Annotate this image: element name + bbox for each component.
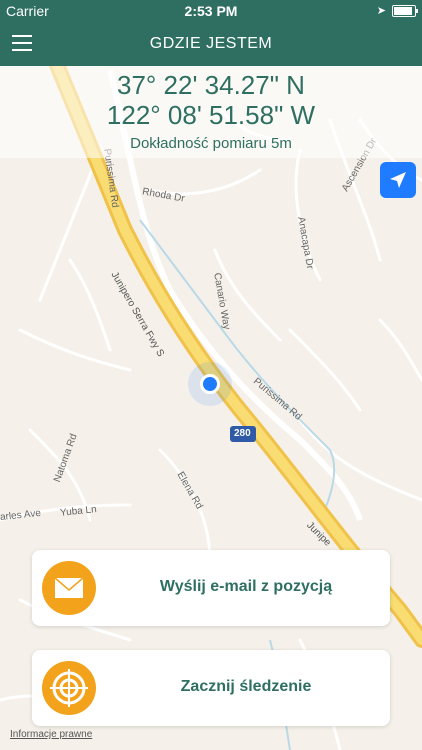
send-email-button[interactable]: Wyślij e-mail z pozycją [32,550,390,626]
location-arrow-icon: ➤ [376,5,386,17]
longitude-value: 122° 08' 51.58" W [106,100,316,130]
legal-info-link[interactable]: Informacje prawne [10,729,92,740]
user-location-dot [200,374,220,394]
route-280-shield: 280 [234,428,251,439]
battery-icon [392,4,418,17]
locate-me-button[interactable] [380,162,416,198]
status-time: 2:53 PM [184,3,238,19]
latitude-value: 37° 22' 34.27" N [117,70,305,100]
status-right-icons: ➤ [376,4,418,17]
accuracy-text: Dokładność pomiaru 5m [130,135,292,152]
envelope-icon [42,561,96,615]
start-tracking-button[interactable]: Zacznij śledzenie [32,650,390,726]
status-bar: Carrier 2:53 PM ➤ [0,0,422,22]
nav-bar: GDZIE JESTEM [0,22,422,66]
target-icon [42,661,96,715]
coordinates-panel: 37° 22' 34.27" N 122° 08' 51.58" W Dokła… [0,66,422,158]
start-tracking-label: Zacznij śledzenie [180,678,312,695]
page-title: GDZIE JESTEM [149,35,273,52]
send-email-label: Wyślij e-mail z pozycją [159,578,333,595]
navigation-arrow-icon [390,172,406,188]
